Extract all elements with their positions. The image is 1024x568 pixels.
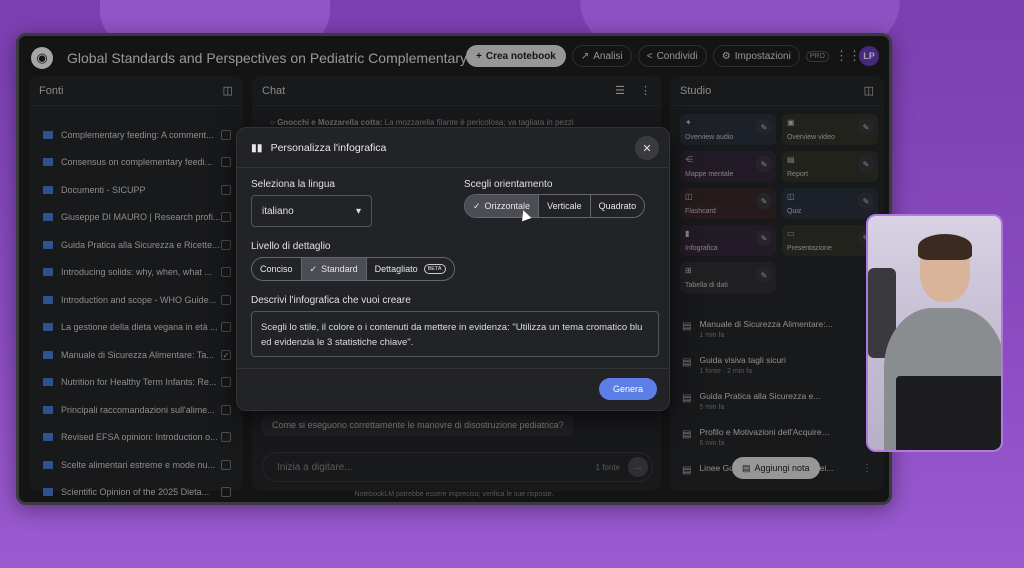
language-select[interactable]: italiano ▾ (251, 195, 372, 227)
orientation-option-label: Verticale (547, 201, 582, 211)
dialog-title: Personalizza l'infografica (270, 141, 387, 154)
beta-badge: BETA (423, 264, 446, 274)
dialog-header: ▮▮ Personalizza l'infografica (237, 128, 669, 168)
generate-button[interactable]: Genera (598, 378, 657, 400)
dropdown-arrow-icon: ▾ (355, 205, 361, 217)
description-textarea[interactable]: Scegli lo stile, il colore o i contenuti… (251, 311, 659, 357)
check-icon: ✓ (309, 263, 318, 274)
describe-label: Descrivi l'infografica che vuoi creare (251, 295, 411, 306)
detail-segmented: Conciso ✓ Standard Dettagliato BETA (251, 257, 455, 281)
orientation-option-vertical[interactable]: Verticale (539, 195, 591, 217)
dialog-footer: Genera (237, 368, 669, 410)
orientation-segmented: ✓ Orizzontale Verticale Quadrato (464, 194, 646, 218)
detail-option-detailed[interactable]: Dettagliato BETA (367, 258, 454, 280)
close-button[interactable]: ✕ (635, 136, 659, 160)
close-icon: ✕ (642, 142, 652, 155)
person-hair (918, 234, 972, 260)
orientation-option-square[interactable]: Quadrato (591, 195, 645, 217)
infographic-dialog: ▮▮ Personalizza l'infografica ✕ Selezion… (236, 127, 670, 411)
detail-option-label: Dettagliato (374, 264, 418, 274)
detail-option-concise[interactable]: Conciso (252, 258, 302, 280)
detail-option-label: Conciso (260, 264, 293, 274)
bar-chart-icon: ▮▮ (251, 141, 263, 154)
language-value: italiano (262, 205, 294, 217)
laptop (896, 376, 1001, 450)
webcam-overlay (866, 214, 1003, 452)
check-icon: ✓ (473, 200, 481, 211)
detail-option-label: Standard (321, 264, 358, 274)
language-label: Seleziona la lingua (251, 179, 335, 190)
orientation-option-label: Quadrato (598, 201, 637, 211)
orientation-label: Scegli orientamento (464, 179, 553, 190)
detail-option-standard[interactable]: ✓ Standard (301, 258, 367, 280)
detail-label: Livello di dettaglio (251, 241, 331, 252)
